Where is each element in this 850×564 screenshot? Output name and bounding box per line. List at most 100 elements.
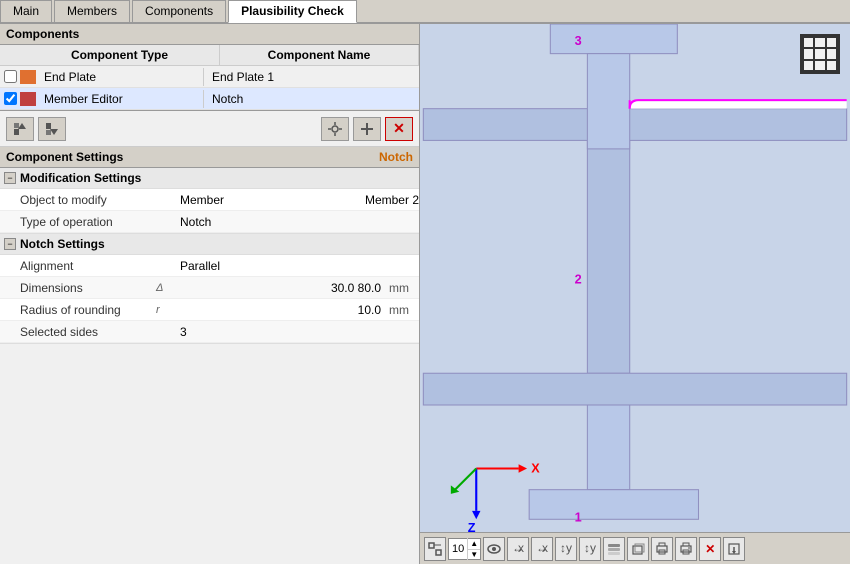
components-header: Components: [0, 24, 419, 45]
table-row[interactable]: Member Editor Notch: [0, 88, 419, 110]
export-button[interactable]: [723, 537, 745, 561]
cancel-view-icon: ✕: [705, 542, 715, 556]
svg-text:3: 3: [575, 34, 582, 48]
settings-val-sides: 3: [176, 323, 419, 341]
col-header-name: Component Name: [220, 45, 419, 65]
settings-button[interactable]: [321, 117, 349, 141]
beam-container: 1 2 3 X Z: [420, 24, 850, 532]
align-x2-button[interactable]: ↔ x: [531, 537, 553, 561]
align-x1-icon: ↔ x: [511, 542, 525, 556]
row-color-2: [20, 92, 36, 106]
tab-plausibility-check[interactable]: Plausibility Check: [228, 0, 357, 23]
settings-row-dimensions: Dimensions Δ 30.0 80.0 mm: [0, 277, 419, 299]
delete-icon: ✕: [393, 120, 405, 137]
print-button[interactable]: [651, 537, 673, 561]
eye-icon: [487, 544, 501, 554]
view-toolbar: 10 ▲ ▼ ↔ x ↔: [420, 532, 850, 564]
settings-row-radius: Radius of rounding r 10.0 mm: [0, 299, 419, 321]
row-checkbox-2[interactable]: [0, 92, 20, 105]
right-panel: 1 2 3 X Z: [420, 24, 850, 564]
modification-toggle[interactable]: −: [4, 172, 16, 184]
settings-key-operation: Type of operation: [16, 213, 156, 231]
table-header: Component Type Component Name: [0, 45, 419, 66]
svg-text:2: 2: [575, 272, 582, 286]
zoom-control: 10 ▲ ▼: [448, 538, 481, 560]
settings-section: Component Settings Notch − Modification …: [0, 147, 419, 564]
settings-unit-radius: mm: [389, 303, 419, 317]
svg-text:y: y: [566, 542, 572, 555]
svg-text:y: y: [590, 542, 596, 555]
move-down-icon: [44, 121, 60, 137]
settings-row-object: Object to modify Member Member 2: [0, 189, 419, 211]
svg-text:x: x: [542, 542, 548, 555]
settings-val-dimensions: 30.0 80.0: [176, 279, 389, 297]
view-area[interactable]: 1 2 3 X Z: [420, 24, 850, 532]
row-checkbox-1[interactable]: [0, 70, 20, 83]
add-icon: [359, 121, 375, 137]
align-y1-icon: ↕ y: [559, 542, 573, 556]
zoom-value: 10: [449, 543, 467, 555]
settings-val-alignment: Parallel: [176, 257, 419, 275]
tab-main[interactable]: Main: [0, 0, 52, 22]
tab-bar: Main Members Components Plausibility Che…: [0, 0, 850, 24]
settings-val-object: Member: [176, 191, 357, 209]
align-y1-button[interactable]: ↕ y: [555, 537, 577, 561]
left-panel: Components Component Type Component Name…: [0, 24, 420, 564]
settings-key-sides: Selected sides: [16, 323, 156, 341]
box-button[interactable]: [627, 537, 649, 561]
components-toolbar: ✕: [0, 111, 419, 147]
print2-button[interactable]: [675, 537, 697, 561]
notch-title: Notch Settings: [20, 237, 105, 251]
settings-unit-dimensions: mm: [389, 281, 419, 295]
notch-group-header[interactable]: − Notch Settings: [0, 234, 419, 255]
notch-toggle[interactable]: −: [4, 238, 16, 250]
delete-button[interactable]: ✕: [385, 117, 413, 141]
tab-components[interactable]: Components: [132, 0, 226, 22]
align-y2-button[interactable]: ↕ y: [579, 537, 601, 561]
settings-row-operation: Type of operation Notch: [0, 211, 419, 233]
print2-icon: [679, 542, 693, 556]
settings-key-radius: Radius of rounding: [16, 301, 156, 319]
settings-header: Component Settings Notch: [0, 147, 419, 168]
layer-icon: [607, 542, 621, 556]
svg-text:Z: Z: [468, 521, 476, 532]
layer-button[interactable]: [603, 537, 625, 561]
modification-group-header[interactable]: − Modification Settings: [0, 168, 419, 189]
settings-key-dimensions: Dimensions: [16, 279, 156, 297]
settings-icon: [327, 121, 343, 137]
tab-members[interactable]: Members: [54, 0, 130, 22]
col-header-type: Component Type: [20, 45, 220, 65]
settings-key-object: Object to modify: [16, 191, 156, 209]
export-icon: [727, 542, 741, 556]
move-up-icon: [12, 121, 28, 137]
box-icon: [631, 542, 645, 556]
zoom-down-button[interactable]: ▼: [468, 549, 480, 560]
align-x1-button[interactable]: ↔ x: [507, 537, 529, 561]
settings-delta-dimensions: Δ: [156, 282, 176, 294]
settings-delta-radius: r: [156, 304, 176, 316]
add-button[interactable]: [353, 117, 381, 141]
move-down-button[interactable]: [38, 117, 66, 141]
svg-text:x: x: [518, 542, 524, 555]
align-x2-icon: ↔ x: [535, 542, 549, 556]
row-color-1: [20, 70, 36, 84]
row-type-2: Member Editor: [40, 90, 204, 108]
settings-val-radius: 10.0: [176, 301, 389, 319]
svg-text:1: 1: [575, 510, 582, 524]
row-type-1: End Plate: [40, 68, 204, 86]
beam-svg: 1 2 3 X Z: [420, 24, 850, 532]
fit-view-button[interactable]: [424, 537, 446, 561]
settings-row-sides: Selected sides 3: [0, 321, 419, 343]
svg-text:X: X: [531, 462, 540, 476]
settings-key-alignment: Alignment: [16, 257, 156, 275]
eye-button[interactable]: [483, 537, 505, 561]
row-name-1: End Plate 1: [204, 68, 419, 86]
zoom-steppers[interactable]: ▲ ▼: [467, 538, 480, 560]
cancel-view-button[interactable]: ✕: [699, 537, 721, 561]
table-row[interactable]: End Plate End Plate 1: [0, 66, 419, 88]
zoom-up-button[interactable]: ▲: [468, 538, 480, 549]
modification-title: Modification Settings: [20, 171, 141, 185]
settings-label: Component Settings: [6, 150, 123, 164]
settings-val-operation: Notch: [176, 213, 419, 231]
move-up-button[interactable]: [6, 117, 34, 141]
